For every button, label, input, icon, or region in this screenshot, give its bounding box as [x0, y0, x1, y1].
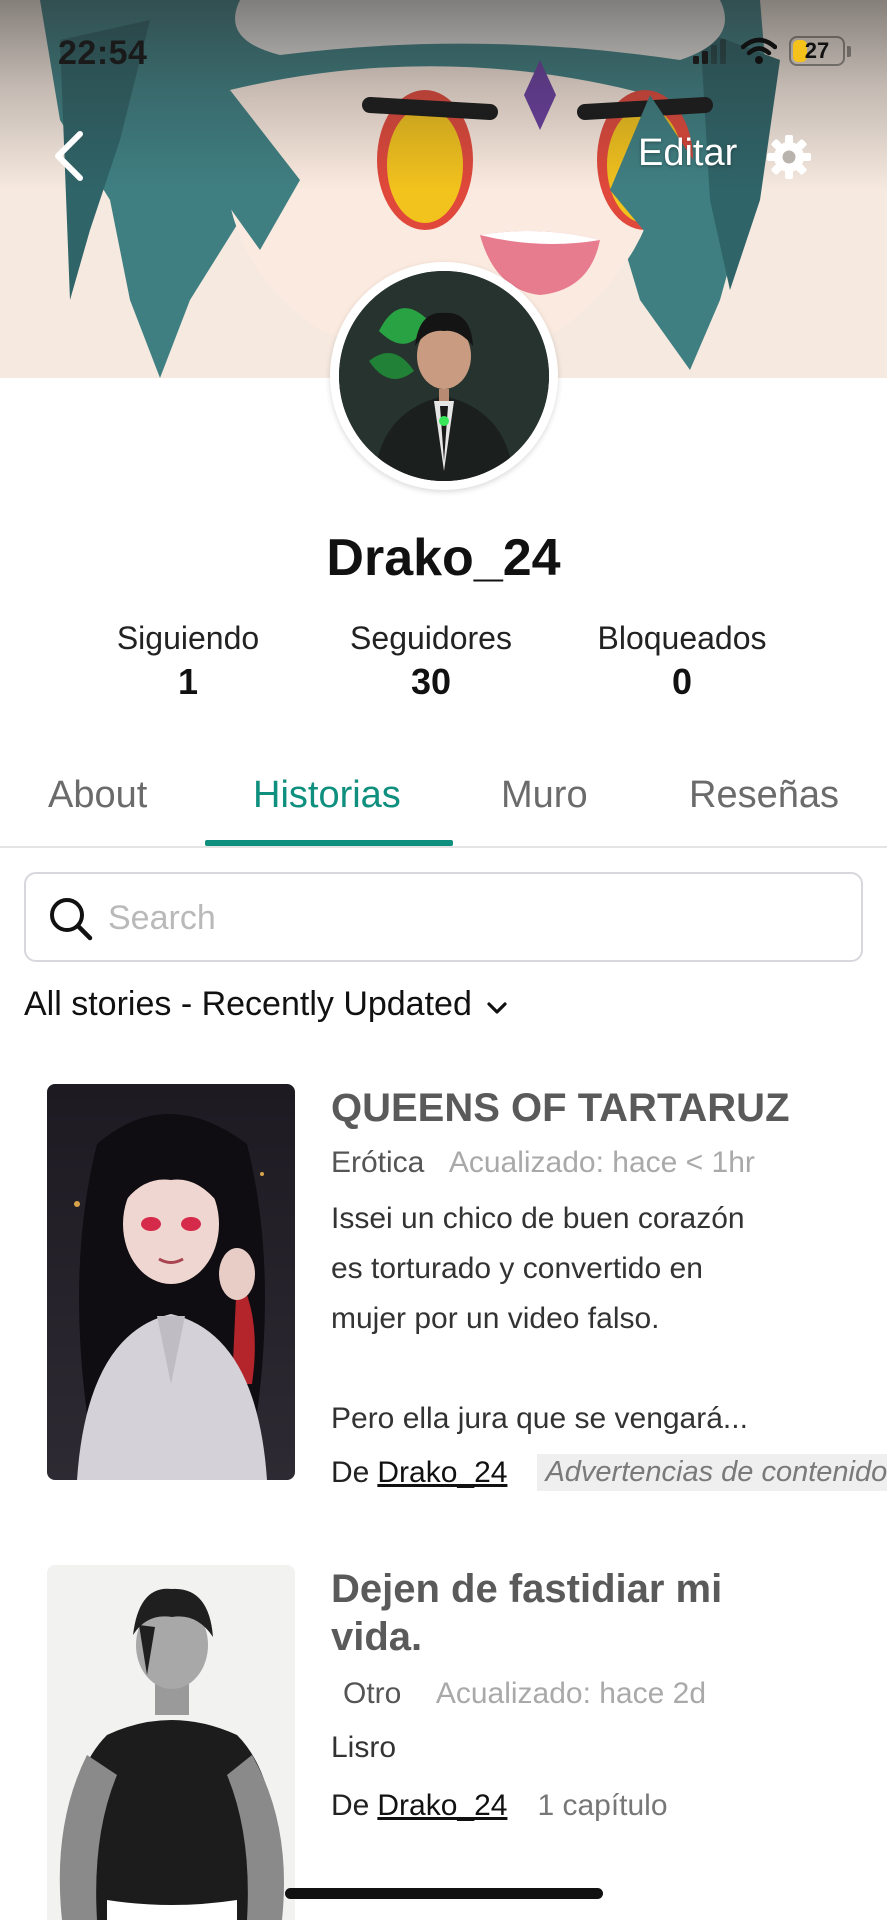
profile-username: Drako_24	[326, 529, 561, 587]
story-author-line: De Drako_24 Advertencias de contenido	[331, 1454, 887, 1491]
active-tab-indicator	[205, 840, 453, 846]
back-arrow-icon[interactable]	[48, 128, 88, 184]
story-title[interactable]: Dejen de fastidiar mi vida.	[331, 1565, 771, 1661]
stat-label: Siguiendo	[116, 620, 260, 656]
stat-label: Seguidores	[350, 620, 512, 656]
story-meta: Otro Acualizado: hace 2d	[343, 1677, 706, 1711]
filter-label: All stories - Recently Updated	[24, 985, 472, 1023]
stat-value: 0	[671, 661, 693, 702]
battery-level: 27	[804, 38, 830, 63]
story-cover-image[interactable]	[47, 1084, 295, 1480]
avatar-image	[339, 271, 549, 481]
tab-historias[interactable]: Historias	[253, 774, 401, 817]
story-genre: Otro	[343, 1677, 402, 1710]
story-updated: Acualizado: hace < 1hr	[448, 1146, 755, 1179]
author-prefix: De	[331, 1455, 370, 1489]
chevron-down-icon	[487, 1001, 507, 1014]
story-updated: Acualizado: hace 2d	[435, 1677, 707, 1710]
tab-about[interactable]: About	[48, 774, 147, 817]
stat-blocked[interactable]: Bloqueados 0	[588, 620, 776, 703]
search-input[interactable]	[108, 888, 828, 948]
status-icons: 27	[693, 36, 851, 66]
story-cover-image[interactable]	[47, 1565, 295, 1920]
search-icon	[50, 898, 93, 941]
story-card[interactable]: QUEENS OF TARTARUZ Erótica Acualizado: h…	[0, 1084, 887, 1491]
edit-button[interactable]: Editar	[638, 132, 737, 175]
chapter-count: 1 capítulo	[537, 1789, 668, 1822]
author-prefix: De	[331, 1789, 370, 1822]
author-link[interactable]: Drako_24	[377, 1456, 507, 1490]
stat-value: 1	[177, 661, 199, 702]
wifi-icon	[741, 37, 777, 64]
tab-muro[interactable]: Muro	[501, 774, 588, 817]
status-bar: 22:54 27	[0, 0, 887, 100]
search-box[interactable]	[24, 872, 863, 962]
story-author-line: De Drako_24 1 capítulo	[331, 1789, 668, 1823]
story-title[interactable]: QUEENS OF TARTARUZ	[331, 1084, 790, 1132]
stat-followers[interactable]: Seguidores 30	[343, 620, 519, 703]
story-description: Lisro	[331, 1731, 397, 1764]
stat-following[interactable]: Siguiendo 1	[110, 620, 266, 703]
story-meta: Erótica Acualizado: hace < 1hr	[331, 1146, 755, 1180]
signal-icon	[693, 39, 726, 64]
story-description: Issei un chico de buen corazón es tortur…	[331, 1202, 748, 1435]
story-filter-dropdown[interactable]: All stories - Recently Updated	[24, 985, 510, 1024]
profile-tabs: About Historias Muro Reseñas	[0, 760, 887, 848]
home-indicator	[285, 1888, 603, 1899]
content-warning-tag[interactable]: Advertencias de contenido	[537, 1454, 887, 1491]
gear-icon[interactable]	[766, 134, 812, 180]
battery-icon: 27	[789, 36, 851, 66]
status-time: 22:54	[58, 34, 148, 72]
tab-resenas[interactable]: Reseñas	[689, 774, 839, 817]
profile-stats: Siguiendo 1 Seguidores 30 Bloqueados 0	[0, 620, 887, 720]
story-card[interactable]: Dejen de fastidiar mi vida. Otro Acualiz…	[0, 1565, 887, 1920]
avatar[interactable]	[330, 262, 558, 490]
story-genre: Erótica	[331, 1146, 425, 1179]
stat-label: Bloqueados	[597, 620, 767, 656]
stat-value: 30	[410, 661, 452, 702]
author-link[interactable]: Drako_24	[377, 1789, 507, 1823]
